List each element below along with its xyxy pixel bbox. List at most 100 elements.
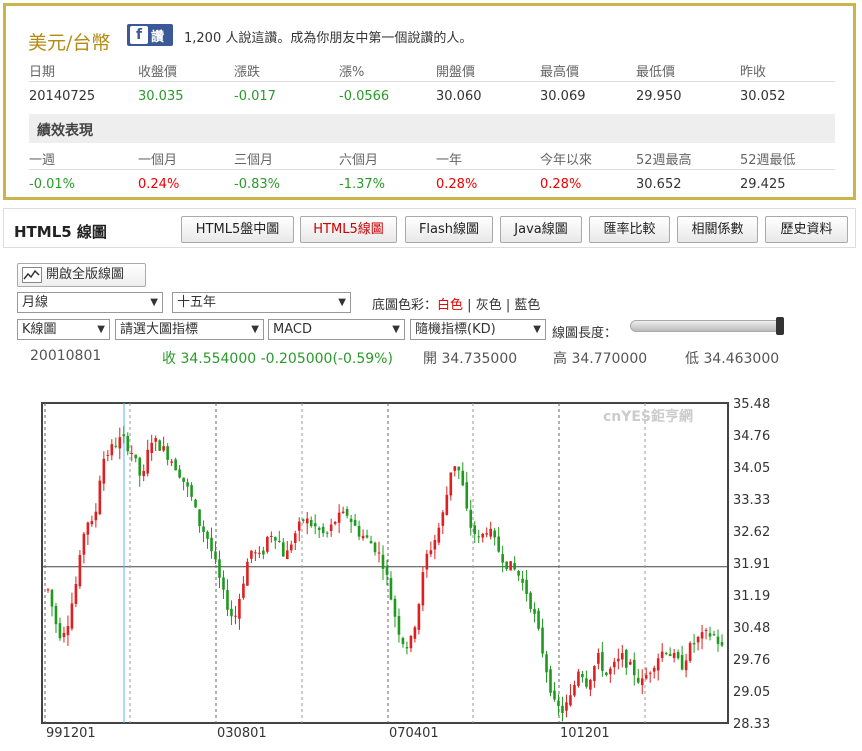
cell: 0.24% <box>138 177 180 192</box>
candle-body <box>186 482 189 487</box>
dropdown-arrow-icon: ▼ <box>533 324 541 335</box>
cell: -0.017 <box>234 89 276 104</box>
open-full-chart-label: 開啟全版線圖 <box>46 267 125 282</box>
candle-body <box>110 444 114 456</box>
tab-html5-intraday[interactable]: HTML5盤中圖 <box>181 216 294 243</box>
tab-history[interactable]: 歷史資料 <box>765 216 848 243</box>
candle-body <box>198 509 201 527</box>
cell: 30.069 <box>540 89 586 104</box>
candle-body <box>70 603 74 629</box>
tab-java-chart[interactable]: Java線圖 <box>500 216 582 243</box>
candle-body <box>597 652 600 664</box>
candle-body <box>138 457 142 476</box>
candle-body <box>437 527 441 543</box>
col-header: 開盤價 <box>436 65 476 80</box>
slider-handle[interactable] <box>776 317 784 335</box>
candle-body <box>716 636 720 644</box>
dropdown-arrow-icon: ▼ <box>97 324 105 335</box>
tab-html5-chart[interactable]: HTML5線圖 <box>300 216 397 243</box>
candle-body <box>652 667 656 672</box>
candlestick-chart[interactable]: 35.48 34.76 34.05 33.33 32.62 31.91 31.19 30.48… <box>0 385 862 751</box>
y-tick-label: 30.48 <box>733 621 770 636</box>
period-select[interactable]: 月線 ▼ <box>17 292 163 313</box>
col-header: 一年 <box>436 153 463 168</box>
candle-body <box>214 551 217 560</box>
candle-body <box>353 519 357 526</box>
col-header: 一個月 <box>138 153 178 168</box>
info-low: 低 34.463000 <box>685 351 780 367</box>
candle-body <box>293 533 297 543</box>
col-header: 六個月 <box>339 153 379 168</box>
chart-type-select[interactable]: K線圖 ▼ <box>17 319 110 340</box>
quote-panel: 美元/台幣 f 讚 1,200 人說這讚。成為你朋友中第一個說讚的人。 日期 收… <box>3 3 856 200</box>
info-close: 收 34.554000 -0.205000(-0.59%) <box>162 351 393 367</box>
candle-body <box>672 652 676 658</box>
candle-body <box>317 527 321 531</box>
tab-correlation[interactable]: 相關係數 <box>677 216 758 243</box>
candle-body <box>274 537 277 541</box>
bg-white-link[interactable]: 白色 <box>437 298 463 313</box>
candle-body <box>501 554 504 563</box>
candle-body <box>66 626 70 636</box>
candle-body <box>222 577 225 590</box>
candle-body <box>680 655 684 670</box>
candle-body <box>381 554 385 569</box>
candle-body <box>238 598 241 619</box>
dropdown-arrow-icon: ▼ <box>251 324 259 335</box>
candle-body <box>74 584 78 604</box>
candle-body <box>617 658 620 662</box>
bg-color-control: 底圖色彩：白色 | 灰色 | 藍色 <box>372 298 541 313</box>
y-tick-label: 29.05 <box>733 685 770 700</box>
candle-body <box>473 525 477 535</box>
candle-body <box>242 583 245 598</box>
candle-body <box>301 519 305 521</box>
candle-body <box>549 669 552 693</box>
quote-header-row: 日期 收盤價 漲跌 漲% 開盤價 最高價 最低價 昨收 <box>29 56 835 82</box>
candle-body <box>357 525 361 537</box>
range-select[interactable]: 十五年 ▼ <box>172 292 351 313</box>
candle-body <box>401 637 405 645</box>
candle-body <box>485 533 488 535</box>
candle-body <box>329 524 333 531</box>
kd-select[interactable]: 隨機指標(KD) ▼ <box>410 319 546 340</box>
candle-body <box>700 632 704 639</box>
y-tick-label: 28.33 <box>733 717 770 732</box>
x-tick-label: 991201 <box>46 726 96 741</box>
main-indicator-value: 請選大圖指標 <box>120 322 199 337</box>
plot-area <box>41 402 729 724</box>
cell: 20140725 <box>29 89 96 104</box>
candle-body <box>656 658 660 671</box>
candle-body <box>202 526 205 532</box>
candle-body <box>433 539 437 550</box>
open-full-chart-button[interactable]: 開啟全版線圖 <box>17 263 146 287</box>
candle-body <box>282 542 285 557</box>
candle-body <box>373 542 377 553</box>
candle-body <box>393 598 397 617</box>
tab-rate-compare[interactable]: 匯率比較 <box>589 216 670 243</box>
candle-body <box>573 684 576 696</box>
chart-length-slider[interactable] <box>630 317 784 335</box>
bg-blue-link[interactable]: 藍色 <box>514 298 540 313</box>
cell: 29.425 <box>740 177 786 192</box>
cell: 29.950 <box>636 89 682 104</box>
candle-body <box>632 659 636 676</box>
candle-body <box>561 705 564 713</box>
candle-body <box>54 605 58 625</box>
col-header: 三個月 <box>234 153 274 168</box>
facebook-like-button[interactable]: f 讚 <box>127 24 173 46</box>
candle-body <box>230 608 233 617</box>
candle-body <box>712 634 716 636</box>
tab-flash-chart[interactable]: Flash線圖 <box>405 216 493 243</box>
macd-select[interactable]: MACD ▼ <box>268 319 405 340</box>
candle-body <box>668 654 672 657</box>
candle-body <box>90 520 94 525</box>
main-indicator-select[interactable]: 請選大圖指標 ▼ <box>115 319 264 340</box>
x-tick-label: 101201 <box>560 726 610 741</box>
chart-panel-title: HTML5 線圖 <box>14 223 107 241</box>
bg-gray-link[interactable]: 灰色 <box>476 298 502 313</box>
chart-tab-bar: HTML5 線圖 HTML5盤中圖 HTML5線圖 Flash線圖 Java線圖… <box>3 208 856 248</box>
candle-body <box>250 550 253 559</box>
candle-body <box>413 627 417 639</box>
candle-body <box>429 550 433 555</box>
candle-body <box>664 653 668 655</box>
